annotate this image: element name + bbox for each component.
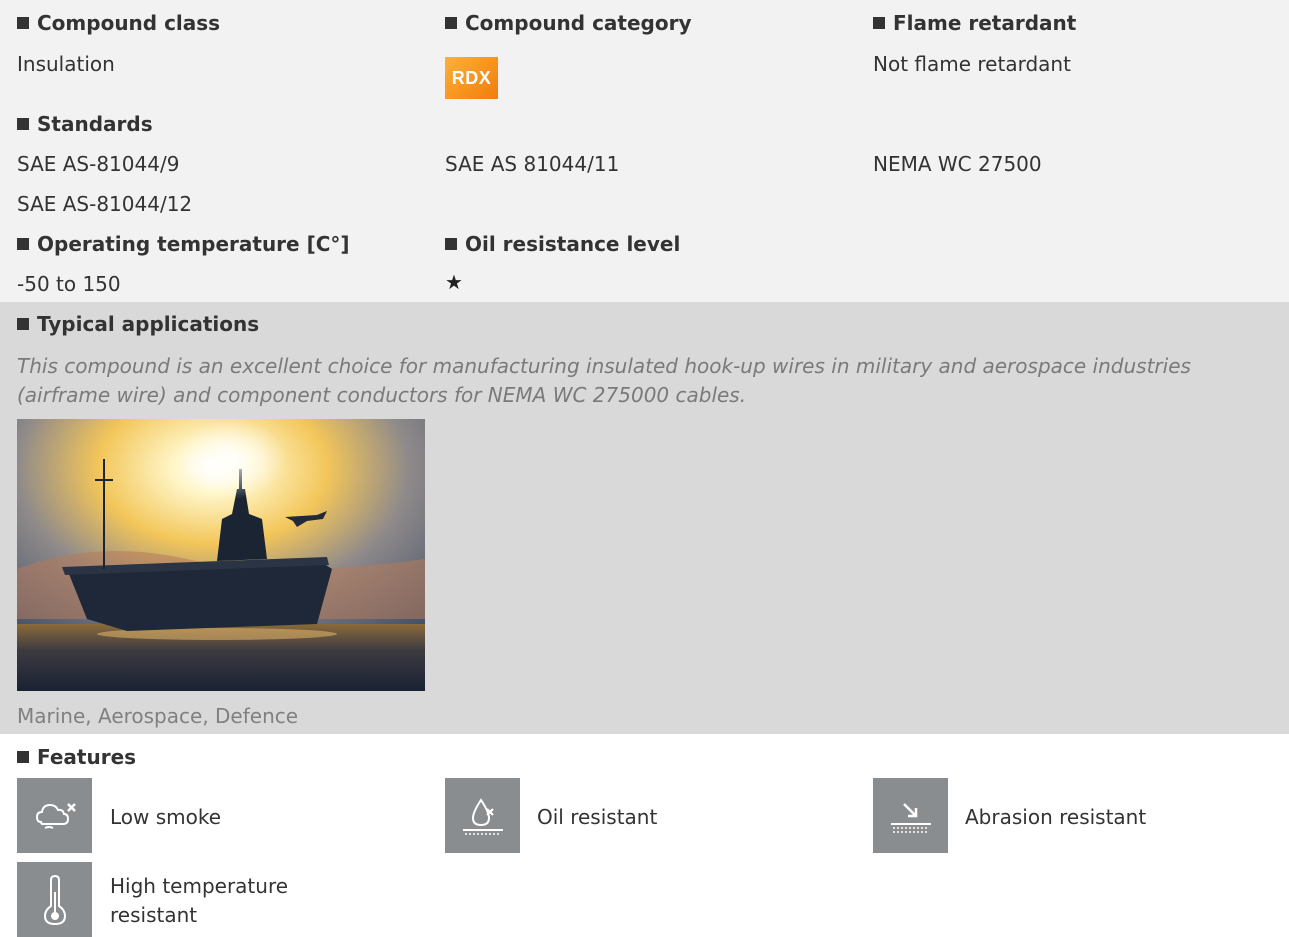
oil-resistance-stars: ★ [445,270,463,294]
oil-resistant-icon [445,778,520,853]
operating-temperature-value: -50 to 150 [17,272,121,296]
typical-applications-heading: Typical applications [17,312,259,336]
features-heading: Features [17,745,136,769]
aircraft-carrier-sunset-image [17,419,425,691]
applications-caption: Marine, Aerospace, Defence [17,704,299,728]
oil-resistance-heading: Oil resistance level [445,232,680,256]
operating-temperature-heading: Operating temperature [C°] [17,232,350,256]
low-smoke-icon [17,778,92,853]
bullet-square-icon [873,17,885,29]
bullet-square-icon [445,238,457,250]
compound-class-value: Insulation [17,52,115,76]
application-photo [17,419,425,691]
bullet-square-icon [17,17,29,29]
standard-item: SAE AS-81044/9 [17,152,180,176]
high-temperature-icon [17,862,92,937]
feature-label: Low smoke [110,805,222,829]
standard-item: SAE AS 81044/11 [445,152,620,176]
bullet-square-icon [17,238,29,250]
bullet-square-icon [17,118,29,130]
abrasion-resistant-icon [873,778,948,853]
compound-category-badge: RDX [445,57,498,99]
feature-label: Oil resistant [537,805,658,829]
bullet-square-icon [17,318,29,330]
properties-band [0,0,1289,302]
compound-category-heading: Compound category [445,11,692,35]
standards-heading: Standards [17,112,153,136]
bullet-square-icon [445,17,457,29]
feature-label: Abrasion resistant [965,805,1147,829]
feature-label: High temperature resistant [110,874,289,927]
standard-item: SAE AS-81044/12 [17,192,193,216]
flame-retardant-heading: Flame retardant [873,11,1076,35]
flame-retardant-value: Not flame retardant [873,52,1071,76]
bullet-square-icon [17,751,29,763]
compound-class-heading: Compound class [17,11,220,35]
standard-item: NEMA WC 27500 [873,152,1042,176]
typical-applications-text: This compound is an excellent choice for… [17,354,1191,407]
